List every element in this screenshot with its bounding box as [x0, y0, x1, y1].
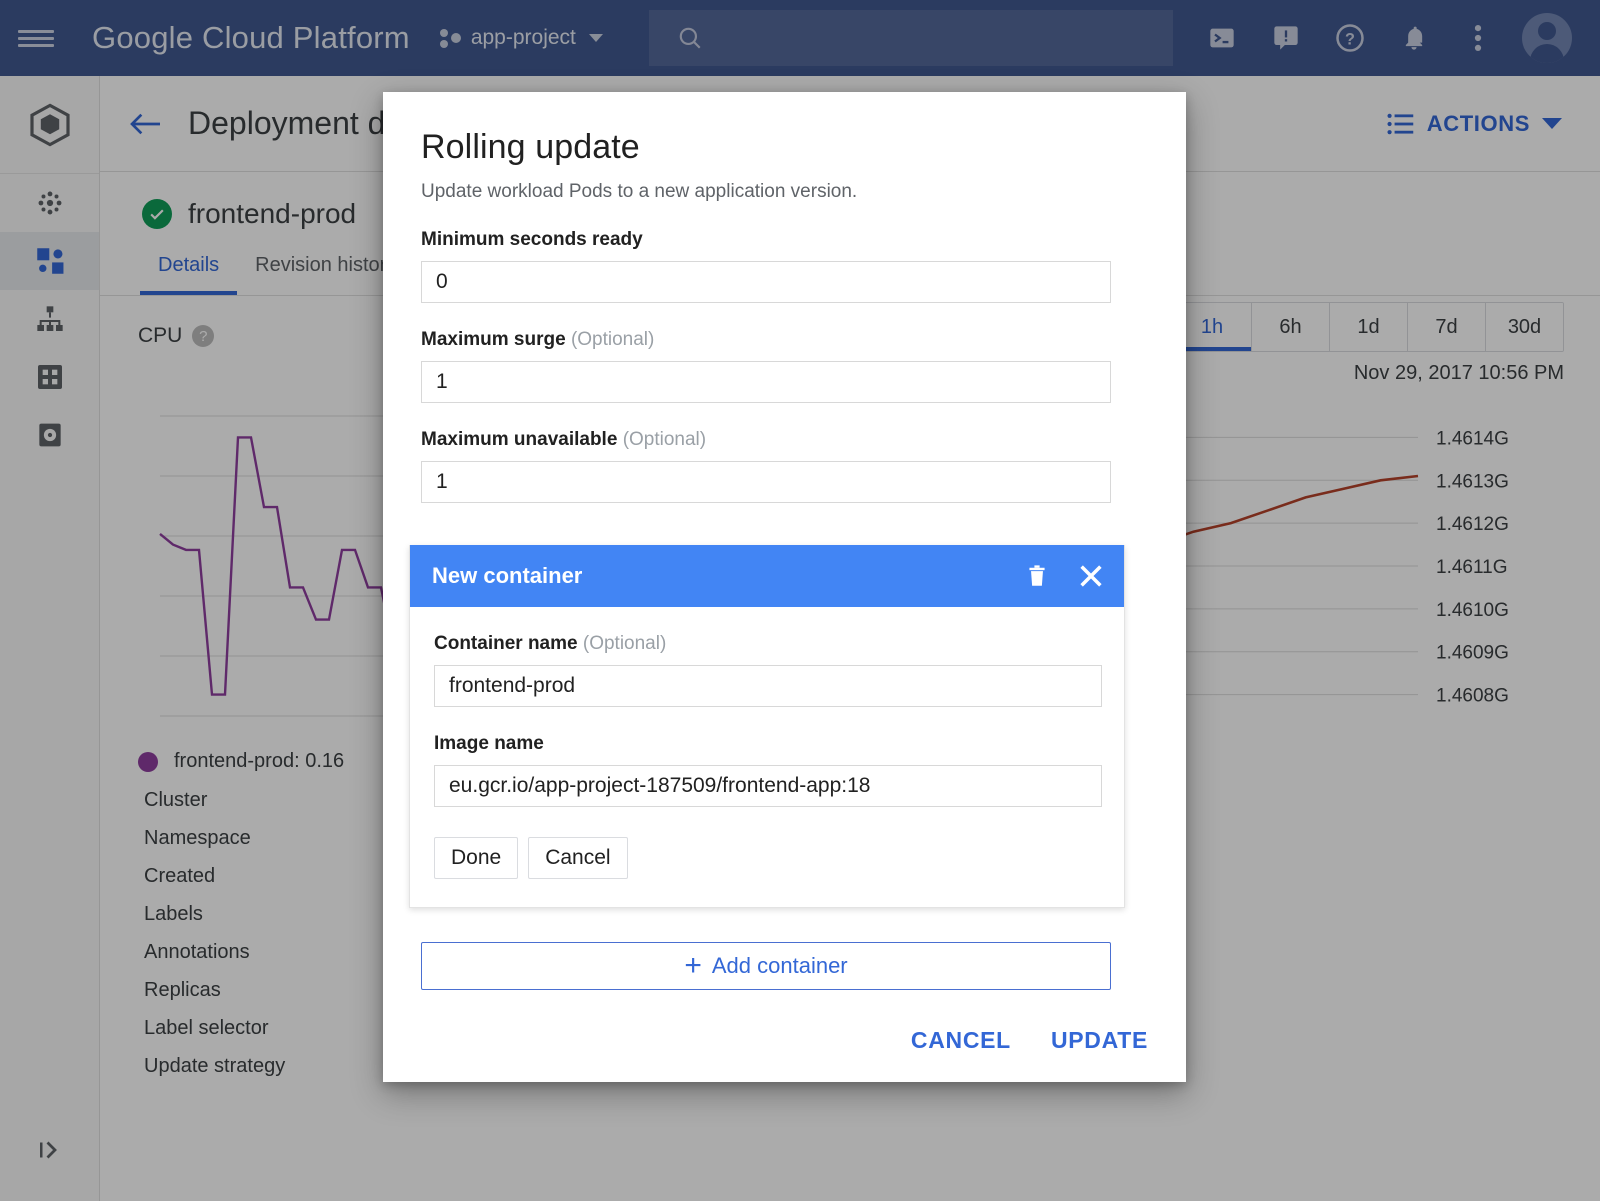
close-icon[interactable]	[1076, 561, 1106, 591]
add-container-button[interactable]: + Add container	[421, 942, 1111, 990]
plus-icon: +	[684, 949, 702, 982]
min-seconds-ready-field: Minimum seconds ready	[421, 229, 1148, 303]
dialog-update-button[interactable]: UPDATE	[1051, 1027, 1148, 1054]
image-name-label: Image name	[434, 733, 544, 754]
new-container-title: New container	[432, 563, 583, 588]
image-name-input[interactable]	[434, 765, 1102, 807]
max-unavailable-input[interactable]	[421, 461, 1111, 503]
container-name-label: Container name (Optional)	[434, 633, 667, 654]
max-unavailable-label: Maximum unavailable (Optional)	[421, 429, 707, 450]
new-container-card-header: New container	[410, 545, 1124, 607]
new-container-card-body: Container name (Optional) Image name Don…	[410, 607, 1124, 907]
max-surge-label: Maximum surge (Optional)	[421, 329, 655, 350]
cancel-container-button[interactable]: Cancel	[528, 837, 628, 879]
dialog-title: Rolling update	[421, 128, 640, 166]
container-name-input[interactable]	[434, 665, 1102, 707]
max-unavailable-field: Maximum unavailable (Optional)	[421, 429, 1148, 503]
dialog-subtitle: Update workload Pods to a new applicatio…	[421, 181, 858, 202]
min-seconds-ready-input[interactable]	[421, 261, 1111, 303]
rolling-update-dialog: Rolling update Update workload Pods to a…	[383, 92, 1186, 1082]
max-surge-field: Maximum surge (Optional)	[421, 329, 1148, 403]
max-surge-input[interactable]	[421, 361, 1111, 403]
min-seconds-ready-label: Minimum seconds ready	[421, 229, 643, 250]
new-container-card: New container Container name (Optional) …	[409, 545, 1125, 908]
trash-icon[interactable]	[1024, 562, 1050, 590]
dialog-cancel-button[interactable]: CANCEL	[911, 1027, 1011, 1054]
done-button[interactable]: Done	[434, 837, 519, 879]
app-root: Google Cloud Platform app-project ? Depl…	[0, 0, 1600, 1201]
add-container-label: Add container	[711, 953, 848, 978]
dialog-footer: CANCEL UPDATE	[911, 1027, 1148, 1054]
